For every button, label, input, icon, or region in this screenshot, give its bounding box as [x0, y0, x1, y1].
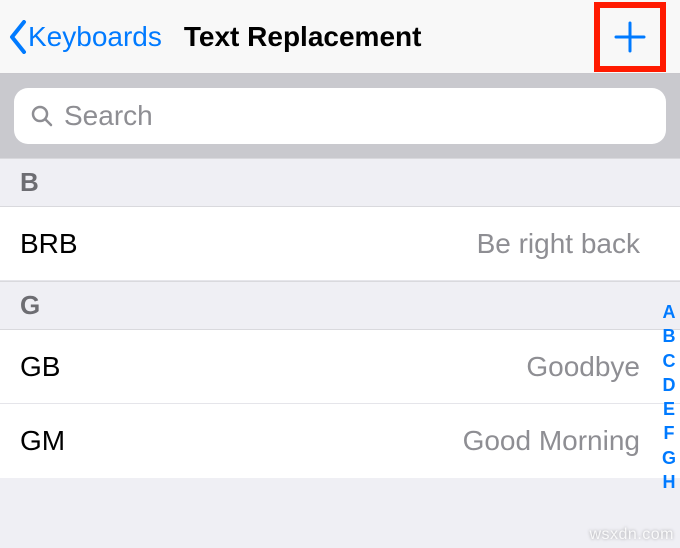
add-button[interactable] — [594, 2, 666, 72]
index-letter[interactable]: G — [662, 446, 676, 470]
search-input[interactable] — [64, 100, 650, 132]
section-header: B — [0, 158, 680, 207]
index-letter[interactable]: F — [663, 421, 674, 445]
index-letter[interactable]: H — [662, 470, 675, 494]
phrase-text: Goodbye — [526, 351, 640, 383]
back-button[interactable]: Keyboards — [0, 20, 162, 54]
phrase-text: Be right back — [477, 228, 640, 260]
index-letter[interactable]: D — [662, 373, 675, 397]
shortcut-text: GM — [20, 425, 65, 457]
index-letter[interactable]: C — [662, 349, 675, 373]
search-box[interactable] — [14, 88, 666, 144]
shortcut-text: GB — [20, 351, 60, 383]
search-area — [0, 74, 680, 158]
chevron-left-icon — [8, 20, 28, 54]
list-item[interactable]: GB Goodbye — [0, 330, 680, 404]
nav-bar: Keyboards Text Replacement — [0, 0, 680, 74]
plus-icon — [612, 19, 648, 55]
list-item[interactable]: GM Good Morning — [0, 404, 680, 478]
shortcut-text: BRB — [20, 228, 78, 260]
watermark: wsxdn.com — [589, 526, 674, 544]
index-letter[interactable]: E — [663, 397, 675, 421]
replacement-list: B BRB Be right back G GB Goodbye GM Good… — [0, 158, 680, 478]
phrase-text: Good Morning — [463, 425, 640, 457]
alpha-index[interactable]: A B C D E F G H — [662, 300, 676, 494]
list-item[interactable]: BRB Be right back — [0, 207, 680, 281]
index-letter[interactable]: A — [662, 300, 675, 324]
index-letter[interactable]: B — [662, 324, 675, 348]
page-title: Text Replacement — [184, 21, 422, 53]
search-icon — [30, 104, 54, 128]
section-header: G — [0, 281, 680, 330]
back-label: Keyboards — [28, 21, 162, 53]
